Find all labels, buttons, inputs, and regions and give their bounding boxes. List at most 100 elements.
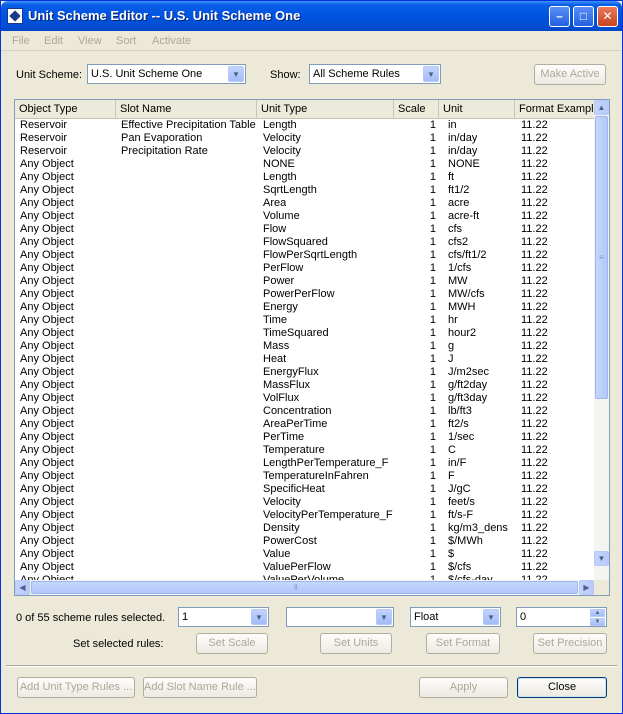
table-row[interactable]: Any Object Density 1 kg/m3_dens 11.22 xyxy=(15,522,595,535)
set-format-button[interactable]: Set Format xyxy=(426,633,500,654)
minimize-button[interactable]: – xyxy=(549,6,570,27)
col-slot-name[interactable]: Slot Name xyxy=(116,100,257,119)
unit-scheme-select[interactable]: U.S. Unit Scheme One ▼ xyxy=(87,64,246,84)
close-window-button[interactable]: ✕ xyxy=(597,6,618,27)
table-header: Object Type Slot Name Unit Type Scale Un… xyxy=(15,100,595,119)
vertical-scrollbar[interactable]: ▲ ≡ ▼ xyxy=(594,100,609,581)
set-precision-button[interactable]: Set Precision xyxy=(533,633,607,654)
table-row[interactable]: Any Object Temperature 1 C 11.22 xyxy=(15,444,595,457)
table-row[interactable]: Any Object VolFlux 1 g/ft3day 11.22 xyxy=(15,392,595,405)
show-select[interactable]: All Scheme Rules ▼ xyxy=(309,64,441,84)
table-row[interactable]: Reservoir Pan Evaporation Velocity 1 in/day 1… xyxy=(15,132,595,145)
apply-button[interactable]: Apply xyxy=(419,677,508,698)
table-row[interactable]: Any Object PerFlow 1 1/cfs 11.22 xyxy=(15,262,595,275)
col-unit-type[interactable]: Unit Type xyxy=(257,100,394,119)
menu-view[interactable]: View xyxy=(78,35,102,47)
table-cell: 1 xyxy=(429,145,436,157)
table-row[interactable]: Any Object PerTime 1 1/sec 11.22 xyxy=(15,431,595,444)
horizontal-scrollbar[interactable]: ◀ ‖ ▶ xyxy=(15,580,595,595)
table-row[interactable]: Any Object Value 1 $11.22 xyxy=(15,548,595,561)
table-cell: 11.22 xyxy=(521,171,548,183)
table-row[interactable]: Any Object FlowPerSqrtLength 1 cfs/ft1/2 11.… xyxy=(15,249,595,262)
show-label: Show: xyxy=(270,69,301,81)
set-scale-button[interactable]: Set Scale xyxy=(196,633,268,654)
table-row[interactable]: Any Object Heat 1 J 11.22 xyxy=(15,353,595,366)
table-row[interactable]: Any Object Volume 1 acre-ft 11.22 xyxy=(15,210,595,223)
scroll-right-arrow[interactable]: ▶ xyxy=(579,580,594,595)
add-unit-type-rules-button[interactable]: Add Unit Type Rules ... xyxy=(17,677,135,698)
table-cell: 11.22 xyxy=(521,509,548,521)
table-cell: Any Object xyxy=(20,314,74,326)
table-cell: Any Object xyxy=(20,249,74,261)
table-row[interactable]: Any Object Energy 1 MWH 11.22 xyxy=(15,301,595,314)
table-cell: Time xyxy=(263,314,288,326)
table-row[interactable]: Reservoir Precipitation Rate Velocity 1 in/d… xyxy=(15,145,595,158)
spin-up-icon[interactable]: ▲ xyxy=(590,609,605,617)
horizontal-scroll-thumb[interactable]: ‖ xyxy=(31,581,578,594)
col-unit[interactable]: Unit xyxy=(439,100,515,119)
scroll-up-arrow[interactable]: ▲ xyxy=(594,100,609,115)
table-row[interactable]: Any Object Area 1 acre 11.22 xyxy=(15,197,595,210)
table-body: Reservoir Effective Precipitation Table Le… xyxy=(15,119,595,581)
make-active-button[interactable]: Make Active xyxy=(534,64,606,85)
add-slot-name-rule-button[interactable]: Add Slot Name Rule ... xyxy=(143,677,257,698)
table-row[interactable]: Any Object SqrtLength 1 ft1/2 11.22 xyxy=(15,184,595,197)
table-row[interactable]: Any Object TemperatureInFahren 1 F 11.22 xyxy=(15,470,595,483)
menu-activate[interactable]: Activate xyxy=(152,35,191,47)
scroll-down-arrow[interactable]: ▼ xyxy=(594,551,609,566)
table-cell: Any Object xyxy=(20,158,74,170)
table-cell: 11.22 xyxy=(521,275,548,287)
table-cell: PowerCost xyxy=(263,535,317,547)
table-row[interactable]: Reservoir Effective Precipitation Table Le… xyxy=(15,119,595,132)
table-cell: Mass xyxy=(263,340,290,352)
unit-select[interactable]: ▼ xyxy=(286,607,394,627)
table-row[interactable]: Any Object Concentration 1 lb/ft3 11.22 xyxy=(15,405,595,418)
set-units-button[interactable]: Set Units xyxy=(320,633,392,654)
table-row[interactable]: Any Object Time 1 hr 11.22 xyxy=(15,314,595,327)
table-row[interactable]: Any Object AreaPerTime 1 ft2/s 11.22 xyxy=(15,418,595,431)
chevron-down-icon: ▼ xyxy=(228,66,244,82)
col-object-type[interactable]: Object Type xyxy=(15,100,116,119)
maximize-button[interactable]: □ xyxy=(573,6,594,27)
col-scale[interactable]: Scale xyxy=(394,100,439,119)
table-row[interactable]: Any Object MassFlux 1 g/ft2day 11.22 xyxy=(15,379,595,392)
chevron-down-icon: ▼ xyxy=(251,609,267,625)
table-row[interactable]: Any Object Flow 1 cfs 11.22 xyxy=(15,223,595,236)
precision-spinner[interactable]: 0 ▲ ▼ xyxy=(516,607,607,627)
col-format-example[interactable]: Format Example xyxy=(515,100,595,119)
scale-select[interactable]: 1 ▼ xyxy=(178,607,269,627)
format-select[interactable]: Float ▼ xyxy=(410,607,501,627)
table-row[interactable]: Any Object ValuePerFlow 1 $/cfs 11.22 xyxy=(15,561,595,574)
menu-file[interactable]: File xyxy=(12,35,30,47)
scroll-corner xyxy=(594,580,609,595)
title-bar[interactable]: Unit Scheme Editor -- U.S. Unit Scheme O… xyxy=(1,1,622,31)
close-button[interactable]: Close xyxy=(517,677,607,698)
maximize-icon: □ xyxy=(579,9,588,23)
table-row[interactable]: Any Object SpecificHeat 1 J/gC 11.22 xyxy=(15,483,595,496)
table-row[interactable]: Any Object EnergyFlux 1 J/m2sec 11.22 xyxy=(15,366,595,379)
menu-edit[interactable]: Edit xyxy=(44,35,63,47)
table-row[interactable]: Any Object Velocity 1 feet/s 11.22 xyxy=(15,496,595,509)
table-cell: Any Object xyxy=(20,340,74,352)
table-cell: 1 xyxy=(429,366,436,378)
table-row[interactable]: Any Object Length 1 ft 11.22 xyxy=(15,171,595,184)
table-cell: ft/s-F xyxy=(448,509,474,521)
table-row[interactable]: Any Object TimeSquared 1 hour2 11.22 xyxy=(15,327,595,340)
table-row[interactable]: Any Object PowerPerFlow 1 MW/cfs 11.22 xyxy=(15,288,595,301)
table-row[interactable]: Any Object NONE 1 NONE 11.22 xyxy=(15,158,595,171)
vertical-scroll-thumb[interactable]: ≡ xyxy=(595,116,608,399)
table-row[interactable]: Any Object Mass 1 g 11.22 xyxy=(15,340,595,353)
scheme-rules-table: Object Type Slot Name Unit Type Scale Un… xyxy=(14,99,610,596)
table-row[interactable]: Any Object Power 1 MW 11.22 xyxy=(15,275,595,288)
spin-down-icon[interactable]: ▼ xyxy=(590,618,605,626)
table-row[interactable]: Any Object VelocityPerTemperature_F 1 ft/s-… xyxy=(15,509,595,522)
table-row[interactable]: Any Object LengthPerTemperature_F 1 in/F 11.… xyxy=(15,457,595,470)
table-cell: VelocityPerTemperature_F xyxy=(263,509,393,521)
table-cell: 1 xyxy=(429,158,436,170)
table-cell: Reservoir xyxy=(20,132,68,144)
scroll-left-arrow[interactable]: ◀ xyxy=(15,580,30,595)
table-row[interactable]: Any Object FlowSquared 1 cfs2 11.22 xyxy=(15,236,595,249)
menu-sort[interactable]: Sort xyxy=(116,35,136,47)
table-cell: 11.22 xyxy=(521,353,548,365)
table-row[interactable]: Any Object PowerCost 1 $/MWh 11.22 xyxy=(15,535,595,548)
